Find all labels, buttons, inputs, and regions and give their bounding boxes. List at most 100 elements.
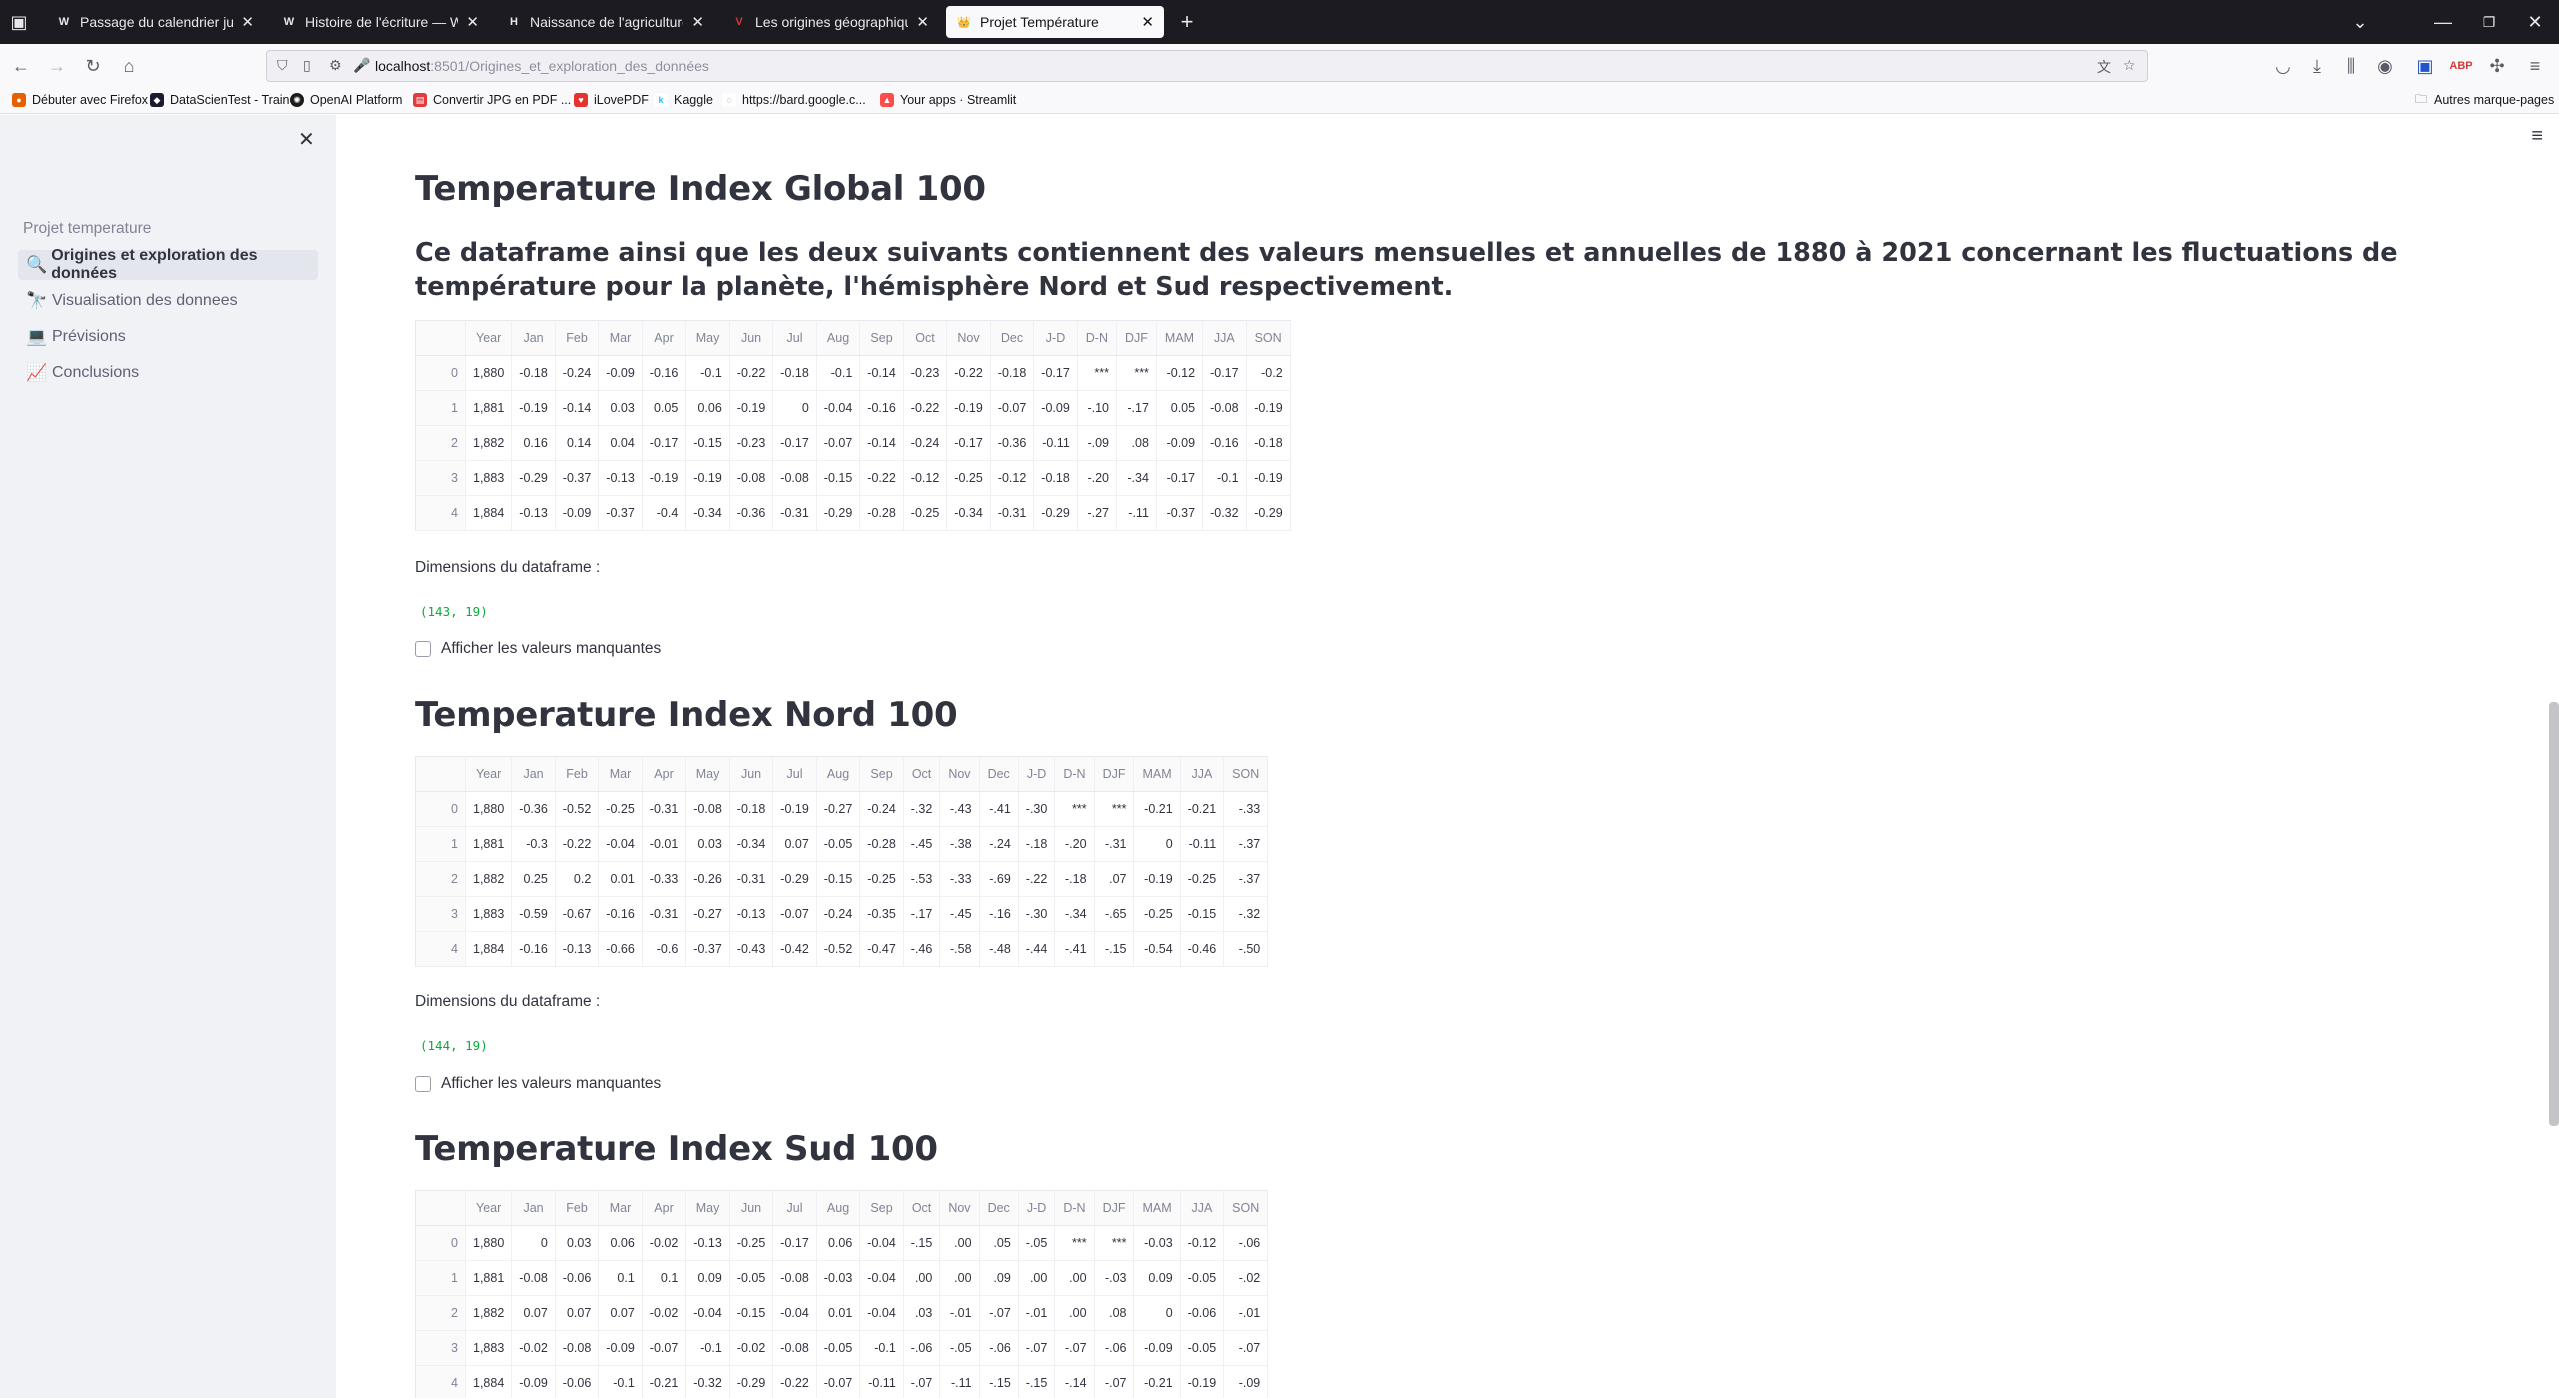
table-cell[interactable]: -0.09 [1033,390,1078,426]
table-cell[interactable]: -0.13 [598,460,643,496]
table-cell[interactable]: 1,881 [465,826,513,862]
column-header[interactable]: Jan [511,320,556,356]
adblock-icon[interactable]: ABP [2446,51,2476,81]
column-header[interactable]: Nov [946,320,991,356]
table-cell[interactable]: -.45 [903,826,941,862]
table-cell[interactable]: -0.34 [729,826,774,862]
table-cell[interactable]: -0.17 [772,425,817,461]
table-cell[interactable]: -0.29 [1033,495,1078,531]
table-cell[interactable]: -0.19 [1246,460,1291,496]
table-cell[interactable]: -.24 [979,826,1019,862]
column-header[interactable]: Jul [772,320,817,356]
table-cell[interactable]: -0.15 [685,425,730,461]
table-cell[interactable]: -0.34 [685,495,730,531]
column-header[interactable]: J-D [1018,1190,1056,1226]
table-cell[interactable]: -0.1 [1202,460,1247,496]
close-tab-icon[interactable]: ✕ [241,13,254,31]
table-cell[interactable]: .00 [1054,1295,1095,1331]
table-cell[interactable]: -0.17 [772,1225,817,1261]
column-header[interactable]: Jun [729,1190,774,1226]
row-index[interactable]: 1 [415,826,466,862]
column-header[interactable]: Jul [772,756,817,792]
table-cell[interactable]: -0.02 [642,1225,687,1261]
column-header[interactable]: Aug [816,756,861,792]
app-menu-icon[interactable]: ≡ [2520,51,2550,81]
table-cell[interactable]: -.30 [1018,896,1056,932]
library-icon[interactable]: ⫼ [2336,51,2366,81]
table-cell[interactable]: -0.34 [946,495,991,531]
table-cell[interactable]: -0.31 [772,495,817,531]
table-cell[interactable]: -.32 [903,791,941,827]
table-cell[interactable]: -0.07 [816,1365,861,1398]
table-cell[interactable]: -0.19 [772,791,817,827]
table-cell[interactable]: -.17 [1116,390,1157,426]
table-cell[interactable]: -.43 [939,791,980,827]
table-cell[interactable]: 0.04 [598,425,643,461]
table-cell[interactable]: -0.06 [555,1365,600,1398]
table-cell[interactable]: -0.32 [1202,495,1247,531]
table-cell[interactable]: -.11 [939,1365,980,1398]
column-header[interactable]: Year [465,756,513,792]
column-header[interactable]: Oct [903,320,948,356]
table-cell[interactable]: -0.04 [859,1295,904,1331]
bookmark-datascientest[interactable]: ◆ DataScienTest - Train [150,93,290,107]
table-cell[interactable]: -0.16 [511,931,556,967]
column-header[interactable]: Nov [939,1190,980,1226]
table-cell[interactable]: -.07 [1054,1330,1095,1366]
translate-icon[interactable]: 文 [2097,57,2111,77]
table-cell[interactable]: 0.07 [772,826,817,862]
table-cell[interactable]: *** [1116,355,1157,391]
table-cell[interactable]: *** [1054,1225,1095,1261]
missing-values-checkbox-row[interactable]: Afficher les valeurs manquantes [415,640,2415,658]
row-index[interactable]: 4 [415,495,466,531]
row-index[interactable]: 2 [415,425,466,461]
column-header[interactable]: SON [1223,1190,1269,1226]
table-cell[interactable]: .00 [939,1225,980,1261]
table-cell[interactable]: -.15 [1094,931,1135,967]
table-cell[interactable]: -0.21 [1133,1365,1181,1398]
table-cell[interactable]: .08 [1116,425,1157,461]
table-cell[interactable]: -0.24 [816,896,861,932]
close-tab-icon[interactable]: ✕ [1141,13,1154,31]
table-cell[interactable]: .09 [979,1260,1019,1296]
column-header[interactable]: Year [465,320,513,356]
table-cell[interactable]: .00 [1018,1260,1056,1296]
list-tabs-icon[interactable]: ⌄ [2345,7,2375,37]
table-cell[interactable]: -0.19 [729,390,774,426]
table-cell[interactable]: 0.03 [598,390,643,426]
forward-icon[interactable]: → [42,51,72,81]
table-cell[interactable]: -0.2 [1246,355,1291,391]
table-cell[interactable]: 0.2 [555,861,600,897]
table-cell[interactable]: .00 [939,1260,980,1296]
table-cell[interactable]: -.69 [979,861,1019,897]
close-tab-icon[interactable]: ✕ [916,13,929,31]
table-cell[interactable]: -0.13 [729,896,774,932]
sidebar-item-conclusions[interactable]: 📈 Conclusions [18,358,318,388]
table-cell[interactable]: .05 [979,1225,1019,1261]
table-cell[interactable]: -0.42 [772,931,817,967]
close-sidebar-icon[interactable]: ✕ [298,127,315,152]
table-cell[interactable]: -.37 [1223,861,1269,897]
table-cell[interactable]: -0.27 [816,791,861,827]
table-cell[interactable]: -0.18 [1033,460,1078,496]
table-cell[interactable]: -0.17 [642,425,687,461]
bookmark-kaggle[interactable]: k Kaggle [654,93,713,107]
row-index[interactable]: 4 [415,931,466,967]
table-cell[interactable]: -0.12 [903,460,948,496]
column-header[interactable]: May [685,1190,730,1226]
column-header[interactable]: Dec [979,1190,1019,1226]
table-cell[interactable]: -0.59 [511,896,556,932]
table-cell[interactable]: -.05 [1018,1225,1056,1261]
table-cell[interactable]: -.33 [939,861,980,897]
table-cell[interactable]: -.22 [1018,861,1056,897]
column-header[interactable] [415,1190,466,1226]
table-cell[interactable]: *** [1077,355,1118,391]
table-cell[interactable]: -0.11 [1180,826,1225,862]
table-cell[interactable]: -0.3 [511,826,556,862]
table-cell[interactable]: -0.22 [946,355,991,391]
column-header[interactable] [415,756,466,792]
column-header[interactable]: MAM [1133,1190,1181,1226]
table-cell[interactable]: 0.07 [555,1295,600,1331]
column-header[interactable]: JJA [1202,320,1247,356]
table-cell[interactable]: -.41 [1054,931,1095,967]
